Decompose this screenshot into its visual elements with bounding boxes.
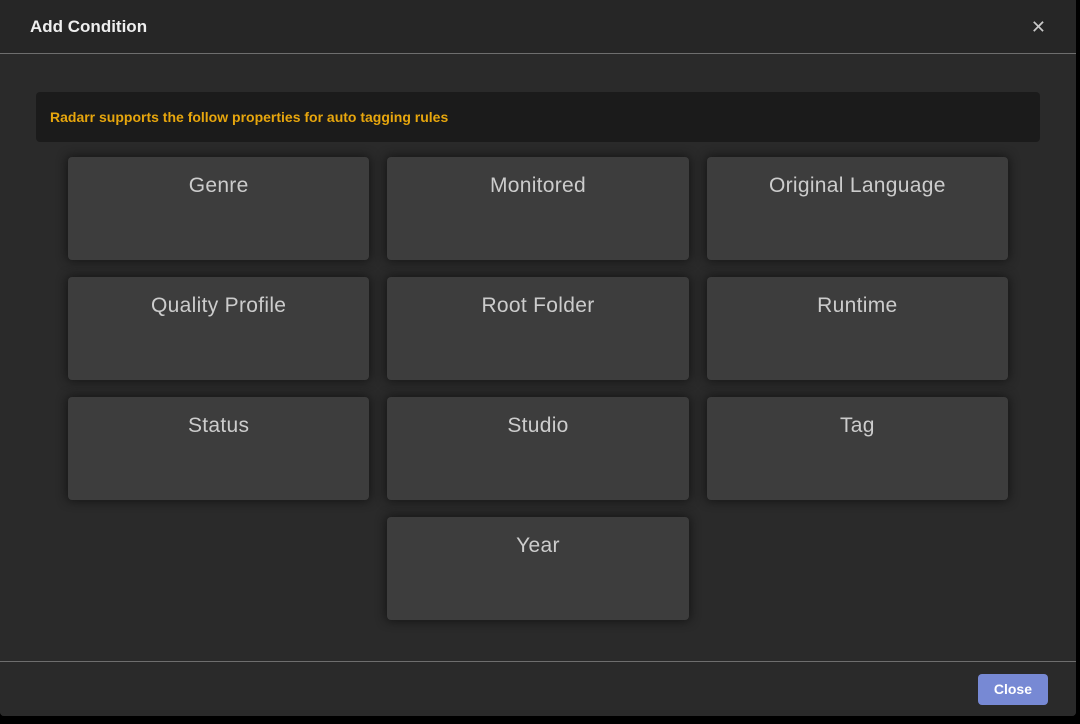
- close-icon[interactable]: ✕: [1027, 14, 1050, 40]
- condition-card-monitored[interactable]: Monitored: [387, 157, 688, 260]
- condition-card-genre[interactable]: Genre: [68, 157, 369, 260]
- condition-card-runtime[interactable]: Runtime: [707, 277, 1008, 380]
- warning-banner-text: Radarr supports the follow properties fo…: [50, 109, 448, 125]
- close-button[interactable]: Close: [978, 674, 1048, 705]
- modal-body: Radarr supports the follow properties fo…: [0, 54, 1076, 661]
- modal-footer: Close: [0, 661, 1076, 716]
- condition-card-status[interactable]: Status: [68, 397, 369, 500]
- condition-card-root-folder[interactable]: Root Folder: [387, 277, 688, 380]
- condition-card-quality-profile[interactable]: Quality Profile: [68, 277, 369, 380]
- modal-title: Add Condition: [30, 17, 147, 37]
- modal-header: Add Condition ✕: [0, 0, 1076, 54]
- condition-card-original-language[interactable]: Original Language: [707, 157, 1008, 260]
- condition-grid: Genre Monitored Original Language Qualit…: [68, 157, 1008, 620]
- condition-card-studio[interactable]: Studio: [387, 397, 688, 500]
- warning-banner: Radarr supports the follow properties fo…: [36, 92, 1040, 142]
- condition-card-year[interactable]: Year: [387, 517, 688, 620]
- condition-card-tag[interactable]: Tag: [707, 397, 1008, 500]
- add-condition-modal: Add Condition ✕ Radarr supports the foll…: [0, 0, 1076, 716]
